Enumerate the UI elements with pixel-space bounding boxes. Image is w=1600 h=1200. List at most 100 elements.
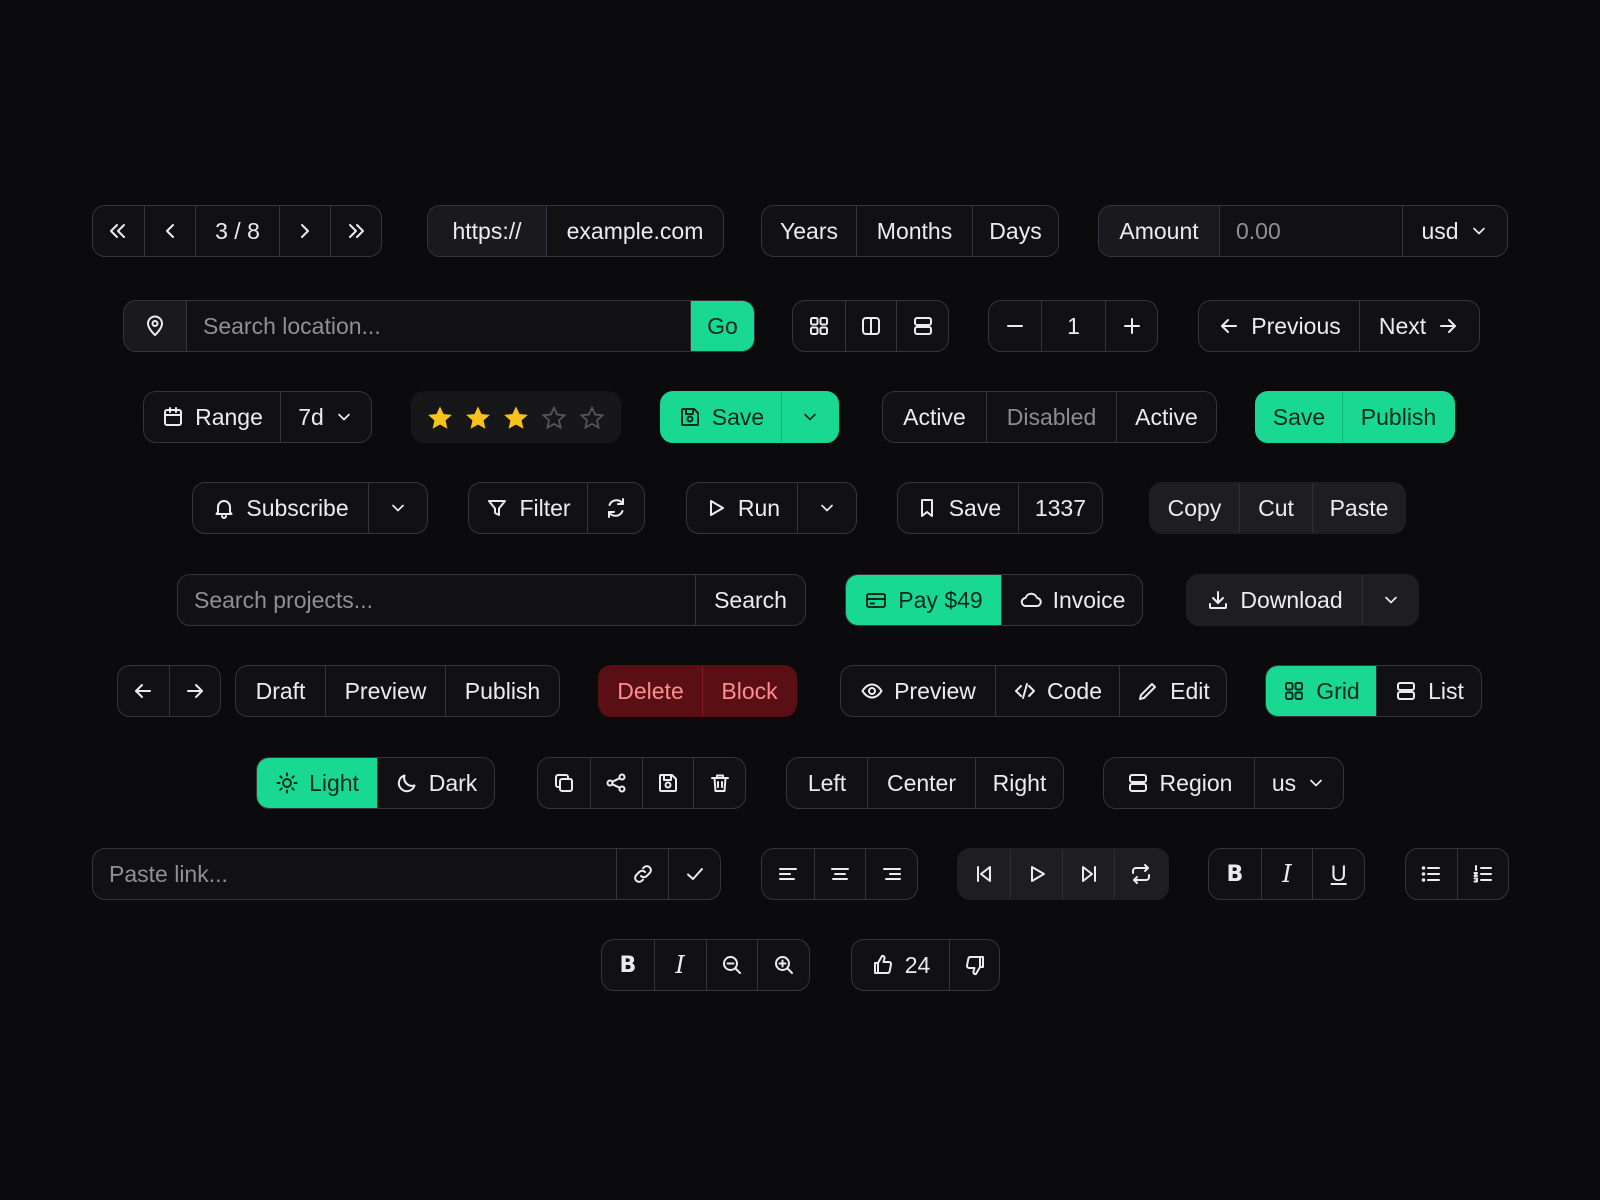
dark-theme-button[interactable]: Dark	[377, 758, 494, 808]
publish-button-2[interactable]: Publish	[445, 666, 559, 716]
project-search-input[interactable]: Search projects...	[178, 575, 695, 625]
download-menu-button[interactable]	[1362, 575, 1418, 625]
first-page-button[interactable]	[93, 206, 144, 256]
align-right-button[interactable]: Right	[975, 758, 1063, 808]
go-button[interactable]: Go	[690, 301, 754, 351]
forward-button[interactable]	[168, 666, 220, 716]
location-search-group: Search location... Go	[123, 300, 755, 352]
repeat-button[interactable]	[1114, 849, 1166, 899]
run-menu-button[interactable]	[797, 483, 856, 533]
italic-button[interactable]: I	[1260, 849, 1313, 899]
region-select[interactable]: us	[1254, 758, 1343, 808]
view-code-button[interactable]: Code	[995, 666, 1119, 716]
next-page-button[interactable]	[279, 206, 330, 256]
copy-button[interactable]: Copy	[1150, 483, 1239, 533]
grid-view-button[interactable]	[793, 301, 845, 351]
cloud-icon	[1020, 592, 1042, 607]
light-theme-button[interactable]: Light	[257, 758, 377, 808]
filter-button[interactable]: Filter	[469, 483, 587, 533]
star-5[interactable]	[574, 392, 610, 442]
last-page-button[interactable]	[330, 206, 381, 256]
align-right-icon-button[interactable]	[865, 849, 917, 899]
url-domain-field[interactable]: example.com	[546, 206, 723, 256]
zoom-in-button[interactable]	[757, 940, 809, 990]
bold-button[interactable]: B	[1209, 849, 1261, 899]
bold-button-2[interactable]: B	[602, 940, 654, 990]
pay-button[interactable]: Pay $49	[846, 575, 1001, 625]
bookmark-save-button[interactable]: Save	[898, 483, 1018, 533]
search-button[interactable]: Search	[695, 575, 805, 625]
download-button[interactable]: Download	[1187, 575, 1362, 625]
url-prefix: https://	[428, 206, 546, 256]
publish-button[interactable]: Publish	[1342, 392, 1454, 442]
increment-button[interactable]	[1105, 301, 1157, 351]
confirm-link-button[interactable]	[668, 849, 720, 899]
align-left-icon-button[interactable]	[762, 849, 814, 899]
invoice-button[interactable]: Invoice	[1001, 575, 1142, 625]
zoom-out-button[interactable]	[705, 940, 758, 990]
decrement-button[interactable]	[989, 301, 1041, 351]
paste-link-input[interactable]: Paste link...	[93, 849, 616, 899]
downvote-button[interactable]	[949, 940, 999, 990]
star-1[interactable]	[422, 392, 458, 442]
delete-icon-button[interactable]	[693, 758, 745, 808]
status-toggle-group: Active Disabled Active	[882, 391, 1217, 443]
skip-forward-button[interactable]	[1062, 849, 1114, 899]
bell-icon	[215, 500, 233, 519]
status-active-button[interactable]: Active	[883, 392, 986, 442]
status-active-button-2[interactable]: Active	[1116, 392, 1216, 442]
bullet-list-button[interactable]	[1406, 849, 1457, 899]
chevron-down-icon	[1310, 779, 1322, 787]
chevrons-right-icon	[349, 224, 365, 238]
subscribe-button[interactable]: Subscribe	[193, 483, 368, 533]
align-left-button[interactable]: Left	[787, 758, 867, 808]
currency-select[interactable]: usd	[1402, 206, 1507, 256]
draft-button[interactable]: Draft	[236, 666, 325, 716]
save-button-2[interactable]: Save	[1256, 392, 1342, 442]
align-center-icon-button[interactable]	[813, 849, 866, 899]
previous-button[interactable]: Previous	[1199, 301, 1359, 351]
save-icon-button[interactable]	[641, 758, 694, 808]
bookmark-label: Save	[948, 494, 1002, 521]
list-toggle-button[interactable]: List	[1376, 666, 1481, 716]
insert-link-button[interactable]	[616, 849, 668, 899]
next-button[interactable]: Next	[1359, 301, 1479, 351]
amount-field[interactable]: 0.00	[1219, 206, 1402, 256]
grid-toggle-button[interactable]: Grid	[1266, 666, 1376, 716]
align-center-button[interactable]: Center	[867, 758, 975, 808]
star-rating	[411, 391, 621, 443]
subscribe-menu-button[interactable]	[368, 483, 427, 533]
italic-button-2[interactable]: I	[653, 940, 706, 990]
run-button[interactable]: Run	[687, 483, 797, 533]
quantity-value[interactable]: 1	[1041, 301, 1105, 351]
duplicate-button[interactable]	[538, 758, 590, 808]
refresh-button[interactable]	[587, 483, 644, 533]
numbered-list-button[interactable]	[1456, 849, 1508, 899]
range-select[interactable]: 7d	[280, 392, 371, 442]
upvote-button[interactable]: 24	[852, 940, 949, 990]
period-months-button[interactable]: Months	[856, 206, 972, 256]
period-days-button[interactable]: Days	[972, 206, 1058, 256]
delete-button[interactable]: Delete	[599, 666, 702, 716]
paste-button[interactable]: Paste	[1312, 483, 1405, 533]
skip-back-button[interactable]	[958, 849, 1010, 899]
star-4[interactable]	[536, 392, 572, 442]
share-button[interactable]	[589, 758, 642, 808]
rows-view-button[interactable]	[896, 301, 948, 351]
save-button[interactable]: Save	[661, 392, 781, 442]
period-years-button[interactable]: Years	[762, 206, 856, 256]
view-edit-button[interactable]: Edit	[1119, 666, 1226, 716]
cut-button[interactable]: Cut	[1239, 483, 1312, 533]
save-menu-button[interactable]	[781, 392, 838, 442]
star-3[interactable]	[498, 392, 534, 442]
columns-view-button[interactable]	[844, 301, 897, 351]
star-2[interactable]	[460, 392, 496, 442]
preview-button[interactable]: Preview	[325, 666, 445, 716]
view-preview-button[interactable]: Preview	[841, 666, 995, 716]
underline-button[interactable]: U	[1312, 849, 1364, 899]
back-button[interactable]	[118, 666, 169, 716]
play-button[interactable]	[1010, 849, 1062, 899]
block-button[interactable]: Block	[702, 666, 796, 716]
prev-page-button[interactable]	[143, 206, 195, 256]
location-search-input[interactable]: Search location...	[186, 301, 690, 351]
